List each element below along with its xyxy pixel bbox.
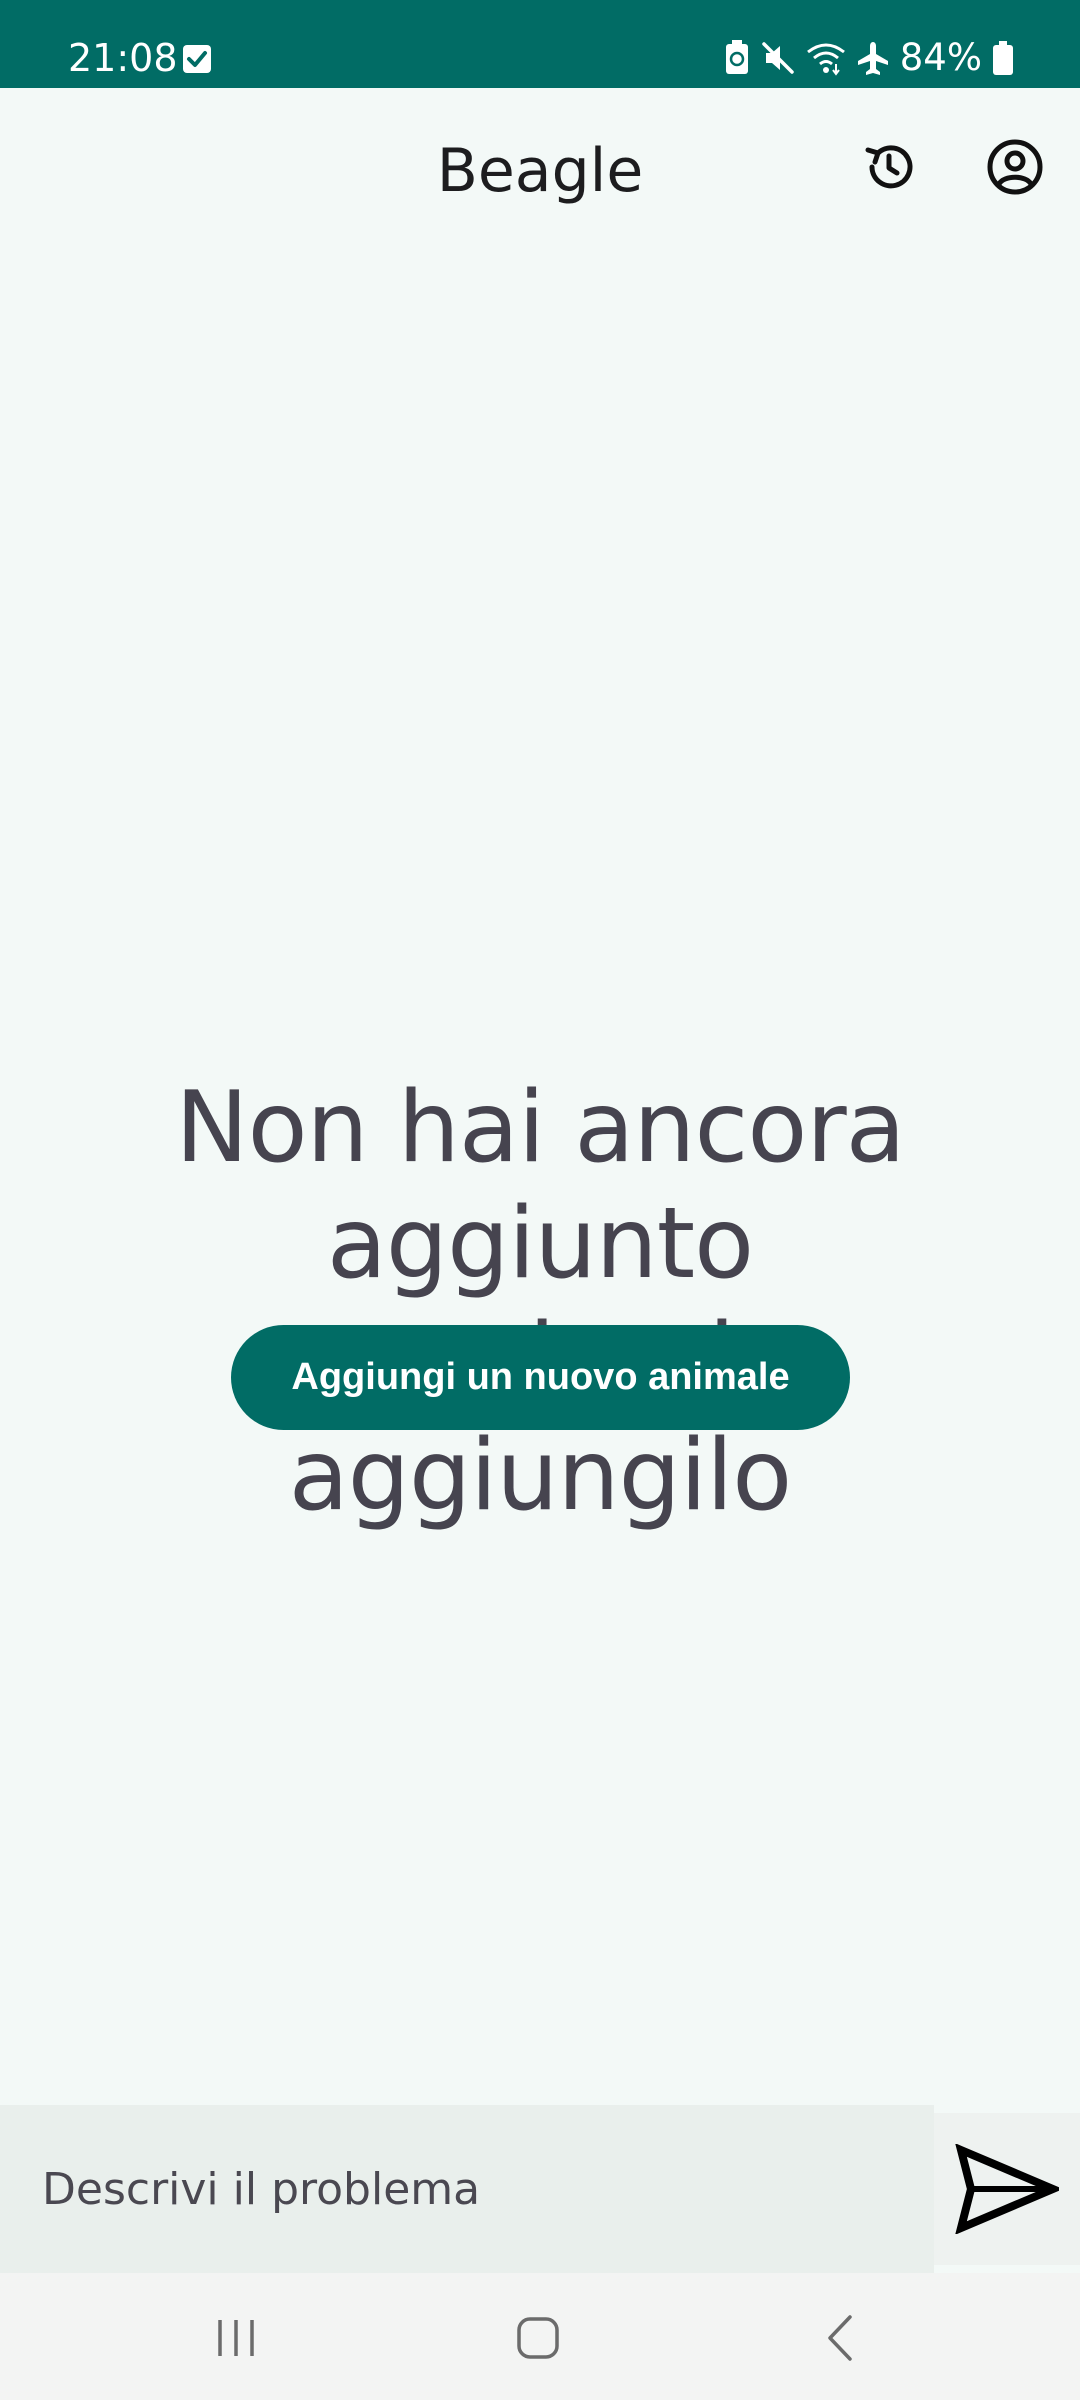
system-navigation-bar	[0, 2273, 1080, 2400]
composer	[0, 2105, 1080, 2273]
problem-description-input[interactable]	[0, 2105, 934, 2273]
app-bar: Beagle	[0, 88, 1080, 262]
send-icon	[955, 2144, 1059, 2234]
account-button[interactable]	[980, 132, 1050, 202]
back-button[interactable]	[800, 2303, 880, 2373]
mute-icon	[760, 40, 796, 76]
empty-state-line-1: Non hai ancora aggiunto	[175, 1071, 905, 1301]
history-icon	[865, 145, 913, 189]
status-indicators: 84%	[724, 36, 1014, 80]
recents-button[interactable]	[196, 2303, 276, 2373]
recents-icon	[218, 2320, 254, 2356]
battery-percent: 84%	[899, 36, 982, 79]
status-bar: 21:08 84%	[0, 0, 1080, 88]
home-button[interactable]	[498, 2303, 578, 2373]
battery-saver-icon	[724, 40, 750, 76]
status-time: 21:08	[68, 36, 178, 80]
send-button[interactable]	[934, 2113, 1080, 2265]
home-icon	[517, 2317, 559, 2359]
empty-state-message: Non hai ancora aggiunto un animale, aggi…	[0, 1070, 1080, 1534]
back-icon	[828, 2315, 852, 2361]
history-button[interactable]	[854, 132, 924, 202]
checkbox-notification-icon	[182, 44, 212, 74]
add-animal-button[interactable]: Aggiungi un nuovo animale	[231, 1325, 850, 1430]
battery-icon	[992, 40, 1014, 76]
airplane-mode-icon	[856, 40, 890, 76]
account-circle-icon	[987, 139, 1043, 195]
wifi-icon	[806, 40, 846, 76]
